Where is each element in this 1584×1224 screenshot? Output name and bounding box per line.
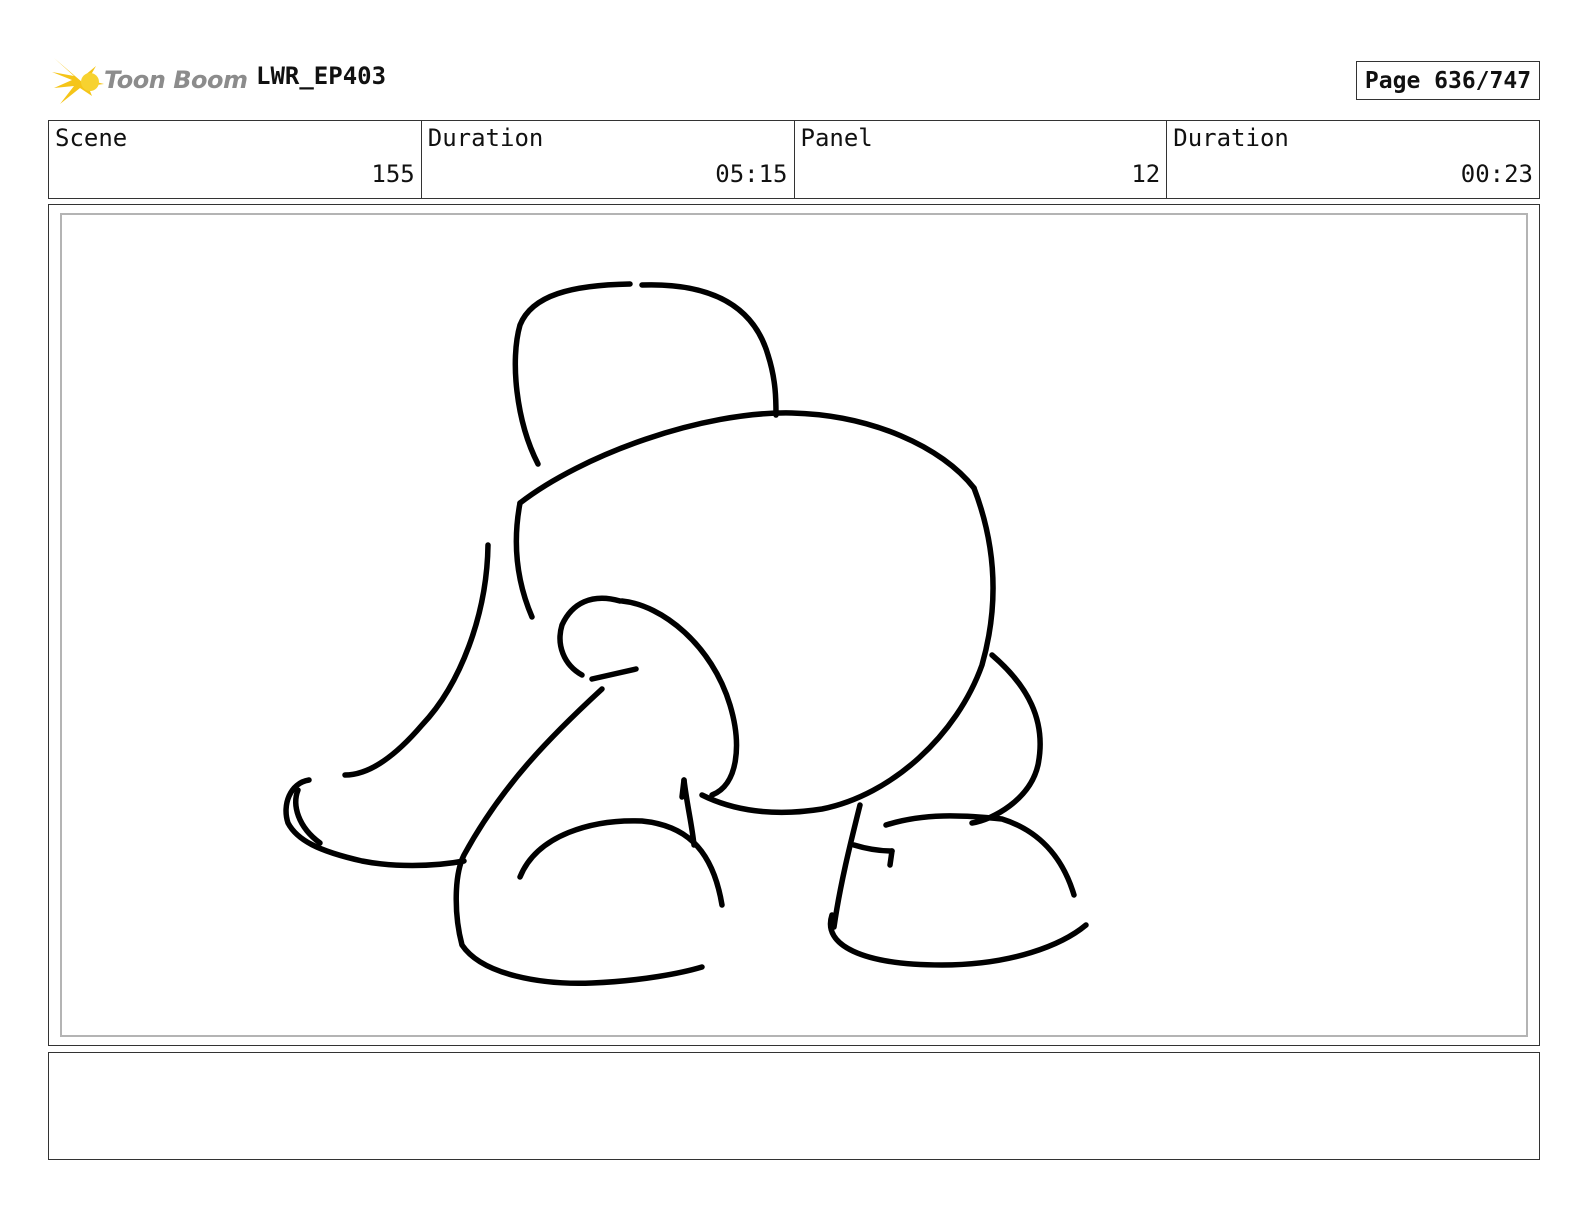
panel-duration-label: Duration	[1173, 124, 1289, 152]
panel-safe-frame	[60, 213, 1528, 1037]
starburst-icon	[52, 58, 104, 104]
panel-cell: Panel 12	[795, 121, 1168, 198]
scene-duration-label: Duration	[427, 124, 544, 152]
panel-duration-cell: Duration 00:23	[1167, 121, 1539, 198]
scene-cell: Scene 155	[49, 121, 422, 198]
logo-text: Toon Boom	[104, 66, 248, 94]
toon-boom-logo: Toon Boom	[52, 56, 248, 108]
scene-value: 155	[371, 160, 415, 188]
page-indicator: Page 636/747	[1356, 61, 1540, 100]
panel-value: 12	[1131, 160, 1161, 188]
panel-notes	[48, 1052, 1540, 1160]
scene-info-row: Scene 155 Duration 05:15 Panel 12 Durati…	[48, 120, 1540, 199]
elephant-sketch	[283, 281, 1089, 986]
panel-label: Panel	[800, 124, 873, 152]
panel-duration-value: 00:23	[1460, 160, 1533, 188]
scene-duration-value: 05:15	[715, 160, 788, 188]
scene-label: Scene	[55, 124, 128, 152]
scene-duration-cell: Duration 05:15	[422, 121, 795, 198]
project-title: LWR_EP403	[256, 62, 387, 90]
storyboard-panel	[48, 204, 1540, 1046]
